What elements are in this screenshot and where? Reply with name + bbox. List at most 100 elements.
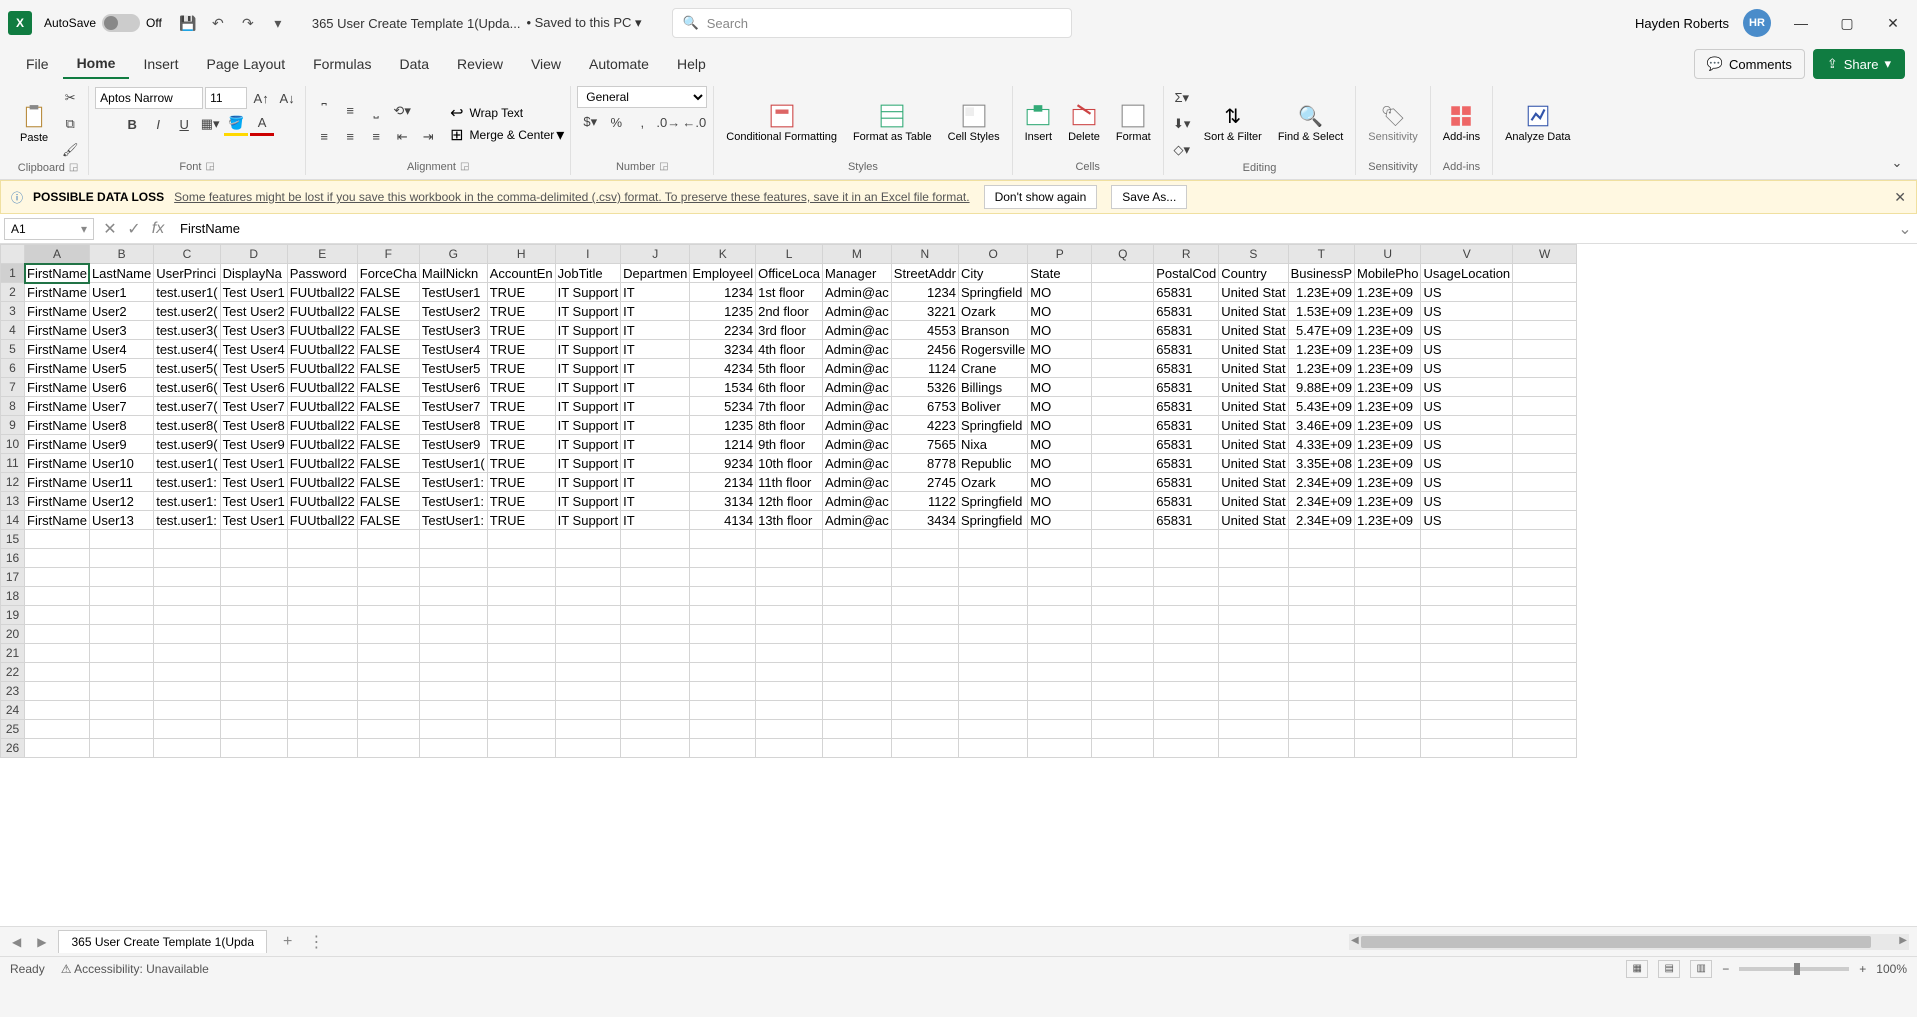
- cell[interactable]: [756, 587, 823, 606]
- cell[interactable]: Test User1: [220, 283, 287, 302]
- wrap-text-button[interactable]: ↩Wrap Text: [450, 103, 564, 123]
- cell[interactable]: User10: [89, 454, 153, 473]
- cell[interactable]: [891, 530, 958, 549]
- cell[interactable]: IT: [621, 340, 690, 359]
- column-header[interactable]: F: [357, 245, 419, 264]
- cell[interactable]: [1513, 264, 1577, 283]
- row-header[interactable]: 20: [1, 625, 25, 644]
- cell[interactable]: FALSE: [357, 492, 419, 511]
- cell[interactable]: Admin@ac: [823, 454, 892, 473]
- cell[interactable]: [1355, 568, 1421, 587]
- cell[interactable]: [1421, 720, 1513, 739]
- cell[interactable]: 1.23E+09: [1355, 283, 1421, 302]
- cell[interactable]: [756, 701, 823, 720]
- addins-button[interactable]: Add-ins: [1437, 99, 1486, 147]
- cell[interactable]: TestUser1:: [419, 473, 487, 492]
- ribbon-tab-home[interactable]: Home: [63, 49, 130, 79]
- cell[interactable]: TestUser3: [419, 321, 487, 340]
- cell[interactable]: [621, 682, 690, 701]
- cell[interactable]: [823, 663, 892, 682]
- horizontal-scrollbar[interactable]: ◀ ▶: [1349, 934, 1909, 950]
- row-header[interactable]: 15: [1, 530, 25, 549]
- name-box[interactable]: A1▾: [4, 218, 94, 240]
- cell[interactable]: [1513, 340, 1577, 359]
- row-header[interactable]: 7: [1, 378, 25, 397]
- cell[interactable]: [1219, 739, 1288, 758]
- cell[interactable]: [1219, 606, 1288, 625]
- cell[interactable]: FALSE: [357, 283, 419, 302]
- cell[interactable]: [1028, 530, 1092, 549]
- cell[interactable]: [287, 625, 357, 644]
- cell[interactable]: 65831: [1154, 473, 1219, 492]
- cell[interactable]: [419, 663, 487, 682]
- cell[interactable]: 3434: [891, 511, 958, 530]
- cell[interactable]: United Stat: [1219, 397, 1288, 416]
- restore-button[interactable]: ▢: [1831, 7, 1863, 39]
- column-header[interactable]: R: [1154, 245, 1219, 264]
- cell[interactable]: [220, 682, 287, 701]
- cell[interactable]: FALSE: [357, 378, 419, 397]
- cell[interactable]: Test User7: [220, 397, 287, 416]
- cell[interactable]: [1219, 587, 1288, 606]
- cell[interactable]: US: [1421, 340, 1513, 359]
- cell[interactable]: 1.23E+09: [1288, 340, 1354, 359]
- cell[interactable]: [1092, 283, 1154, 302]
- cell[interactable]: [487, 530, 555, 549]
- find-select-button[interactable]: 🔍Find & Select: [1272, 100, 1349, 147]
- cell[interactable]: [154, 701, 220, 720]
- cell[interactable]: [621, 739, 690, 758]
- cell[interactable]: 4134: [690, 511, 756, 530]
- italic-button[interactable]: I: [146, 112, 170, 136]
- cell[interactable]: 1534: [690, 378, 756, 397]
- cell[interactable]: [1028, 625, 1092, 644]
- cell[interactable]: [357, 682, 419, 701]
- cell[interactable]: test.user9(: [154, 435, 220, 454]
- cell[interactable]: [357, 587, 419, 606]
- cell[interactable]: [25, 720, 90, 739]
- cell[interactable]: [25, 644, 90, 663]
- cell[interactable]: UserPrinci: [154, 264, 220, 283]
- cell[interactable]: 65831: [1154, 416, 1219, 435]
- cell[interactable]: test.user4(: [154, 340, 220, 359]
- cell[interactable]: MO: [1028, 416, 1092, 435]
- cell[interactable]: 1.23E+09: [1355, 321, 1421, 340]
- border-button[interactable]: ▦▾: [198, 112, 222, 136]
- cell[interactable]: [555, 530, 620, 549]
- cell[interactable]: FALSE: [357, 397, 419, 416]
- cell[interactable]: 1122: [891, 492, 958, 511]
- cell[interactable]: [287, 606, 357, 625]
- increase-indent-icon[interactable]: ⇥: [416, 125, 440, 149]
- cell[interactable]: [891, 587, 958, 606]
- cell[interactable]: [1355, 682, 1421, 701]
- cell[interactable]: TRUE: [487, 359, 555, 378]
- cell[interactable]: [357, 739, 419, 758]
- cell[interactable]: 65831: [1154, 283, 1219, 302]
- cell[interactable]: Test User2: [220, 302, 287, 321]
- cell[interactable]: [89, 739, 153, 758]
- cell[interactable]: Admin@ac: [823, 378, 892, 397]
- cell[interactable]: [154, 720, 220, 739]
- cell[interactable]: FALSE: [357, 359, 419, 378]
- cell[interactable]: [1092, 416, 1154, 435]
- cell[interactable]: Admin@ac: [823, 359, 892, 378]
- cell[interactable]: [823, 530, 892, 549]
- cell[interactable]: TRUE: [487, 473, 555, 492]
- cell[interactable]: 1124: [891, 359, 958, 378]
- cell[interactable]: User1: [89, 283, 153, 302]
- row-header[interactable]: 13: [1, 492, 25, 511]
- orientation-icon[interactable]: ⟲▾: [390, 99, 414, 123]
- cell[interactable]: [1092, 587, 1154, 606]
- scroll-left-icon[interactable]: ◀: [1351, 935, 1359, 946]
- cell[interactable]: [154, 625, 220, 644]
- cell[interactable]: Manager: [823, 264, 892, 283]
- cell[interactable]: [823, 606, 892, 625]
- format-as-table-button[interactable]: Format as Table: [847, 99, 938, 147]
- cell[interactable]: IT Support: [555, 359, 620, 378]
- column-header[interactable]: L: [756, 245, 823, 264]
- cell[interactable]: [287, 587, 357, 606]
- cell[interactable]: 4.33E+09: [1288, 435, 1354, 454]
- cell[interactable]: Admin@ac: [823, 397, 892, 416]
- cell[interactable]: [1421, 549, 1513, 568]
- cell[interactable]: 1.23E+09: [1355, 511, 1421, 530]
- column-header[interactable]: P: [1028, 245, 1092, 264]
